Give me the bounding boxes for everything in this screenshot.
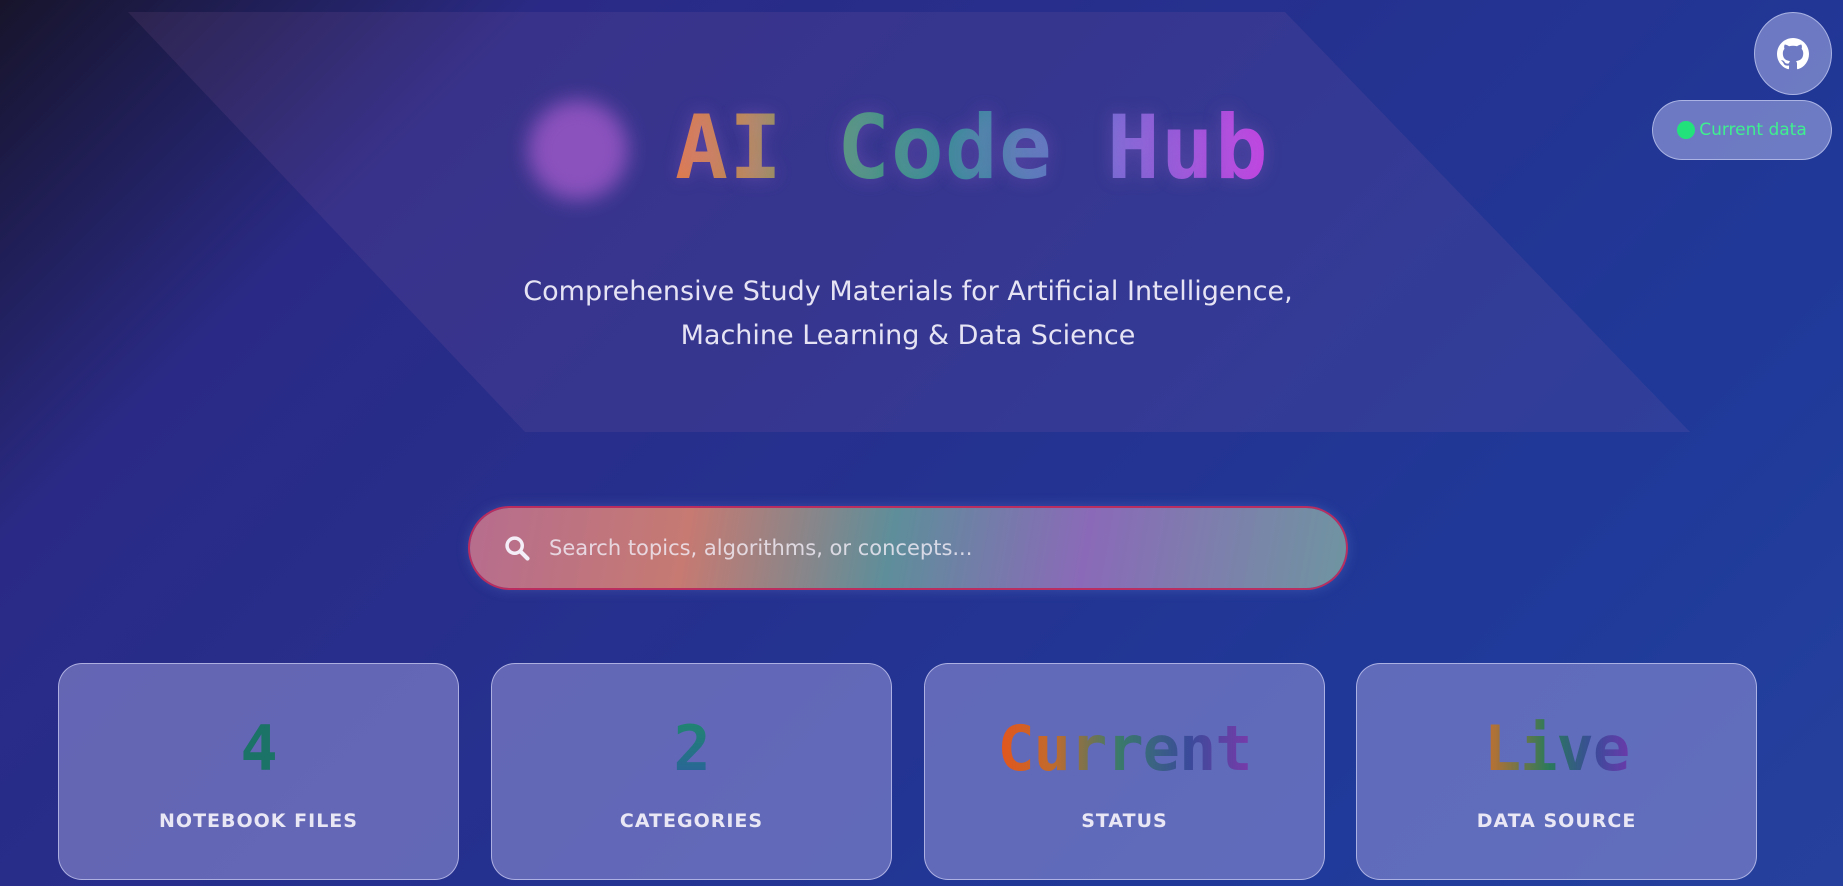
stat-label: CATEGORIES xyxy=(619,810,764,832)
status-dot-icon xyxy=(1677,121,1696,139)
stat-value: 4 xyxy=(240,712,277,785)
stat-value: Live xyxy=(1483,712,1630,785)
stat-card-notebook-files: 4 NOTEBOOK FILES xyxy=(58,663,459,880)
page-subtitle: Comprehensive Study Materials for Artifi… xyxy=(0,270,1816,358)
subtitle-line-1: Comprehensive Study Materials for Artifi… xyxy=(523,276,1293,307)
subtitle-line-2: Machine Learning & Data Science xyxy=(680,320,1136,351)
stats-grid: 4 NOTEBOOK FILES 2 CATEGORIES Current ST… xyxy=(58,663,1758,880)
stat-value: Current xyxy=(997,712,1252,785)
stat-label: STATUS xyxy=(1081,810,1168,832)
page-title: AI Code Hub xyxy=(675,96,1269,199)
search-bar[interactable] xyxy=(470,508,1346,588)
search-icon[interactable] xyxy=(502,533,532,563)
stat-label: NOTEBOOK FILES xyxy=(159,810,358,832)
search-input[interactable] xyxy=(549,536,1309,560)
hero-glow-orb xyxy=(528,100,628,200)
hero-background-panel xyxy=(128,12,1690,432)
stat-card-data-source: Live DATA SOURCE xyxy=(1356,663,1757,880)
stat-value: 2 xyxy=(673,712,710,785)
stat-card-categories: 2 CATEGORIES xyxy=(491,663,892,880)
github-icon xyxy=(1777,37,1809,69)
stat-label: DATA SOURCE xyxy=(1476,810,1637,832)
stat-card-status: Current STATUS xyxy=(924,663,1325,880)
github-button[interactable] xyxy=(1754,12,1832,95)
data-status-badge: Current data xyxy=(1652,100,1832,160)
status-label: Current data xyxy=(1699,120,1807,140)
